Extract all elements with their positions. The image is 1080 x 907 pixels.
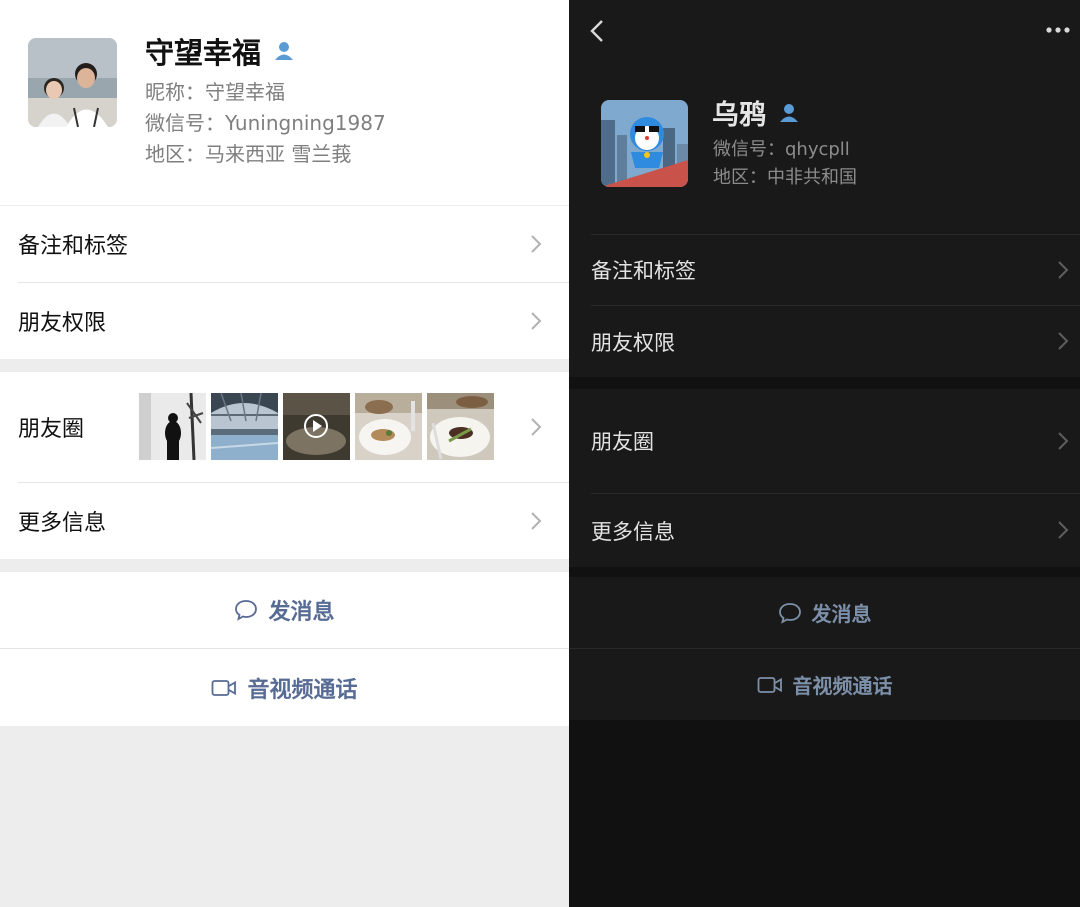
notes-tags-row[interactable]: 备注和标签 [0, 206, 569, 282]
chevron-right-icon [531, 235, 542, 253]
chevron-right-icon [1058, 432, 1069, 450]
chevron-right-icon [1058, 261, 1069, 279]
send-message-button[interactable]: 发消息 [0, 572, 569, 648]
more-info-label: 更多信息 [591, 519, 675, 544]
notes-tags-label: 备注和标签 [18, 234, 129, 259]
send-message-label: 发消息 [268, 600, 335, 625]
avatar[interactable] [28, 38, 117, 127]
profile-header: 守望幸福 昵称：守望幸福 微信号：Yuningning1987 地区：马来西亚 … [0, 0, 569, 205]
friend-permissions-label: 朋友权限 [591, 330, 675, 355]
more-dots-icon[interactable] [1046, 26, 1070, 34]
moment-thumbnail[interactable] [139, 393, 206, 460]
moments-group: 朋友圈 更多信息 [569, 389, 1080, 567]
moments-thumbnails [139, 393, 494, 460]
nickname: 昵称：守望幸福 [145, 80, 285, 104]
friend-permissions-row[interactable]: 朋友权限 [0, 283, 569, 359]
moments-row[interactable]: 朋友圈 [569, 389, 1080, 493]
actions-group: 发消息 音视频通话 [569, 577, 1080, 720]
video-call-label: 音视频通话 [792, 674, 893, 698]
person-icon [273, 40, 295, 62]
person-icon [778, 102, 800, 124]
chat-bubble-icon [778, 602, 801, 624]
chevron-left-icon[interactable] [589, 18, 605, 44]
moments-label: 朋友圈 [591, 430, 654, 454]
moment-video-thumbnail[interactable] [283, 393, 350, 460]
chevron-right-icon [531, 418, 542, 436]
notes-tags-row[interactable]: 备注和标签 [569, 235, 1080, 305]
video-camera-icon [212, 679, 237, 696]
moments-group: 朋友圈 更多信息 [0, 372, 569, 559]
wechat-id: 微信号：qhycpll [713, 139, 850, 160]
settings-group: 备注和标签 朋友权限 [569, 234, 1080, 377]
name-row: 乌鸦 [712, 93, 800, 132]
name-row: 守望幸福 [145, 30, 295, 72]
friend-permissions-row[interactable]: 朋友权限 [569, 306, 1080, 377]
friend-permissions-label: 朋友权限 [18, 311, 107, 336]
region: 地区：中非共和国 [713, 167, 857, 188]
settings-group: 备注和标签 朋友权限 [0, 206, 569, 359]
chat-bubble-icon [235, 600, 258, 621]
send-message-label: 发消息 [811, 602, 872, 626]
moments-row[interactable]: 朋友圈 [0, 372, 569, 482]
send-message-button[interactable]: 发消息 [569, 577, 1080, 648]
moments-label: 朋友圈 [18, 417, 85, 442]
region: 地区：马来西亚 雪兰莪 [145, 142, 352, 166]
wechat-id: 微信号：Yuningning1987 [145, 111, 386, 135]
moment-thumbnail[interactable] [211, 393, 278, 460]
chevron-right-icon [531, 512, 542, 530]
video-call-label: 音视频通话 [247, 677, 358, 703]
actions-group: 发消息 音视频通话 [0, 572, 569, 726]
more-info-row[interactable]: 更多信息 [0, 483, 569, 559]
moment-thumbnail[interactable] [355, 393, 422, 460]
video-call-button[interactable]: 音视频通话 [569, 649, 1080, 720]
more-info-label: 更多信息 [18, 511, 107, 536]
moment-thumbnail[interactable] [427, 393, 494, 460]
dark-profile-panel: 乌鸦 微信号：qhycpll 地区：中非共和国 备注和标签 朋友权限 朋友圈 更… [569, 0, 1080, 907]
avatar[interactable] [601, 100, 688, 187]
video-call-button[interactable]: 音视频通话 [0, 649, 569, 726]
chevron-right-icon [531, 312, 542, 330]
light-profile-panel: 守望幸福 昵称：守望幸福 微信号：Yuningning1987 地区：马来西亚 … [0, 0, 569, 907]
more-info-row[interactable]: 更多信息 [569, 494, 1080, 567]
video-camera-icon [757, 676, 782, 693]
notes-tags-label: 备注和标签 [591, 259, 696, 283]
chevron-right-icon [1058, 521, 1069, 539]
profile-header: 乌鸦 微信号：qhycpll 地区：中非共和国 [569, 0, 1080, 234]
chevron-right-icon [1058, 332, 1069, 350]
profile-name: 守望幸福 [145, 36, 262, 70]
profile-name: 乌鸦 [712, 100, 766, 131]
